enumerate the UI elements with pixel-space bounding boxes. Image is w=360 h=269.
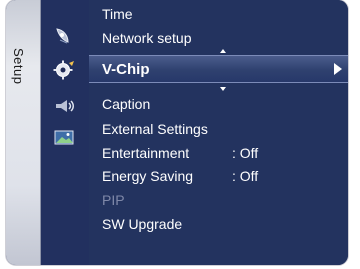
- menu-item-network-setup[interactable]: Network setup: [102, 30, 191, 46]
- menu-item-label: Time: [102, 6, 133, 22]
- menu-item-v-chip[interactable]: V-Chip: [89, 55, 348, 83]
- menu-item-sw-upgrade[interactable]: SW Upgrade: [102, 216, 182, 232]
- menu-item-label: Entertainment: [102, 145, 190, 161]
- menu-item-value: : Off: [232, 168, 259, 184]
- menu-panel: Time Network setup V-Chip Caption Extern…: [89, 0, 348, 265]
- menu-item-value: : Off: [232, 145, 259, 161]
- menu-item-caption[interactable]: Caption: [102, 96, 150, 112]
- gear-setup-icon[interactable]: [53, 60, 75, 80]
- menu-item-label: Caption: [102, 96, 151, 112]
- sidebar-label: Setup: [11, 48, 26, 85]
- menu-item-pip: PIP: [102, 192, 125, 208]
- menu-item-label: SW Upgrade: [102, 216, 183, 232]
- menu-item-label: Energy Saving: [102, 168, 194, 184]
- osd-menu-window: Setup Time Network setup V-Chip Caption …: [6, 0, 348, 265]
- scroll-down-indicator-icon: [220, 87, 226, 91]
- menu-item-label: External Settings: [102, 121, 208, 137]
- menu-item-energy-saving[interactable]: Energy Saving : Off: [102, 168, 258, 184]
- scroll-up-indicator-icon: [220, 49, 226, 53]
- menu-item-external-settings[interactable]: External Settings: [102, 121, 208, 137]
- menu-item-label: PIP: [102, 192, 125, 208]
- sound-wave-icon[interactable]: [53, 97, 75, 115]
- category-icon-column: [41, 0, 89, 265]
- menu-item-label: V-Chip: [102, 61, 150, 78]
- sidebar-tab: Setup: [6, 0, 41, 265]
- submenu-arrow-icon: [334, 63, 342, 75]
- menu-item-time[interactable]: Time: [102, 6, 133, 22]
- picture-icon[interactable]: [53, 129, 75, 147]
- satellite-dish-icon[interactable]: [53, 26, 75, 44]
- menu-item-entertainment[interactable]: Entertainment : Off: [102, 145, 258, 161]
- menu-item-label: Network setup: [102, 30, 192, 46]
